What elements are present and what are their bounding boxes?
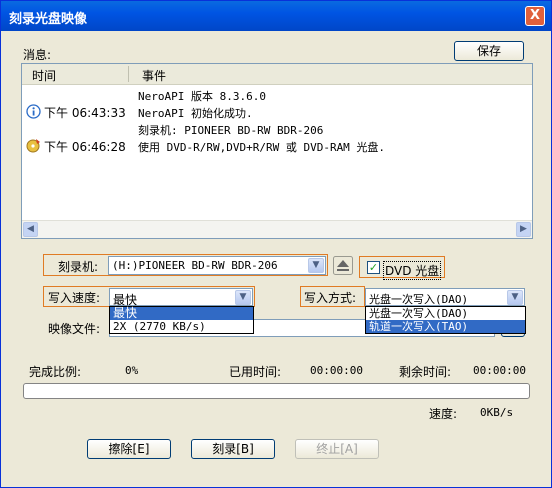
save-button[interactable]: 保存 (454, 41, 524, 61)
progress-bar (23, 383, 530, 399)
remaining-value: 00:00:00 (473, 364, 526, 377)
dropdown-option[interactable]: 2X (2770 KB/s) (110, 320, 253, 333)
recorder-select[interactable]: (H:)PIONEER BD-RW BDR-206 ▼ (108, 256, 326, 275)
write-method-value: 光盘一次写入(DAO) (369, 293, 469, 306)
dropdown-option[interactable]: 光盘一次写入(DAO) (366, 307, 525, 320)
write-speed-dropdown[interactable]: 最快 2X (2770 KB/s) (109, 306, 254, 334)
write-speed-select[interactable]: 最快 ▼ (109, 288, 253, 307)
write-speed-label: 写入速度: (48, 291, 101, 305)
message-log[interactable]: 时间 事件 NeroAPI 版本 8.3.6.0 下午 06:43:33 Ner… (21, 63, 533, 239)
log-message: NeroAPI 版本 8.3.6.0 (138, 90, 266, 103)
chevron-down-icon[interactable]: ▼ (308, 258, 324, 273)
write-method-label: 写入方式: (304, 291, 357, 305)
messages-label: 消息: (23, 48, 52, 62)
dvd-checkbox[interactable]: ✓ (367, 261, 380, 274)
close-button[interactable]: X (525, 6, 545, 26)
window-title: 刻录光盘映像 (9, 12, 88, 27)
chevron-down-icon[interactable]: ▼ (235, 290, 251, 305)
log-header: 时间 事件 (22, 64, 532, 85)
write-method-select[interactable]: 光盘一次写入(DAO) ▼ (365, 288, 525, 306)
disc-icon (26, 139, 40, 153)
burn-button[interactable]: 刻录[B] (191, 439, 275, 459)
chevron-down-icon[interactable]: ▼ (507, 290, 523, 305)
column-separator[interactable] (128, 66, 129, 82)
log-message: 刻录机: PIONEER BD-RW BDR-206 (138, 124, 324, 137)
dvd-label[interactable]: DVD 光盘 (383, 261, 442, 280)
title-bar[interactable]: 刻录光盘映像 X (1, 1, 551, 31)
remaining-label: 剩余时间: (399, 365, 452, 379)
scroll-left-icon[interactable]: ◀ (23, 222, 38, 237)
log-message: NeroAPI 初始化成功. (138, 107, 253, 120)
write-method-dropdown[interactable]: 光盘一次写入(DAO) 轨道一次写入(TAO) (365, 306, 526, 334)
log-row: 下午 06:46:28 使用 DVD-R/RW,DVD+R/RW 或 DVD-R… (22, 137, 532, 154)
recorder-value: (H:)PIONEER BD-RW BDR-206 (112, 259, 278, 272)
eject-icon[interactable] (333, 256, 353, 275)
dropdown-option[interactable]: 轨道一次写入(TAO) (366, 320, 525, 333)
speed-label: 速度: (429, 407, 458, 421)
image-file-label: 映像文件: (48, 322, 101, 336)
log-time: 下午 06:43:33 (44, 106, 126, 120)
column-event-header[interactable]: 事件 (142, 67, 166, 84)
elapsed-label: 已用时间: (229, 365, 282, 379)
recorder-label: 刻录机: (58, 260, 99, 274)
completion-value: 0% (125, 364, 139, 377)
scroll-right-icon[interactable]: ▶ (516, 222, 531, 237)
dropdown-option[interactable]: 最快 (110, 307, 253, 320)
column-time-header[interactable]: 时间 (32, 67, 56, 84)
stop-button[interactable]: 终止[A] (295, 439, 379, 459)
completion-label: 完成比例: (29, 365, 82, 379)
info-icon (26, 104, 41, 119)
horizontal-scrollbar[interactable]: ◀ ▶ (22, 220, 532, 238)
speed-value: 0KB/s (480, 406, 514, 419)
log-row: 下午 06:43:33 NeroAPI 初始化成功. (22, 103, 532, 120)
log-row: NeroAPI 版本 8.3.6.0 (22, 86, 532, 103)
burn-image-dialog: 刻录光盘映像 X 消息: 保存 时间 事件 NeroAPI 版本 8.3.6.0… (0, 0, 552, 488)
log-row: 刻录机: PIONEER BD-RW BDR-206 (22, 120, 532, 137)
log-time: 下午 06:46:28 (44, 140, 126, 154)
erase-button[interactable]: 擦除[E] (87, 439, 171, 459)
elapsed-value: 00:00:00 (310, 364, 363, 377)
log-message: 使用 DVD-R/RW,DVD+R/RW 或 DVD-RAM 光盘. (138, 141, 386, 154)
